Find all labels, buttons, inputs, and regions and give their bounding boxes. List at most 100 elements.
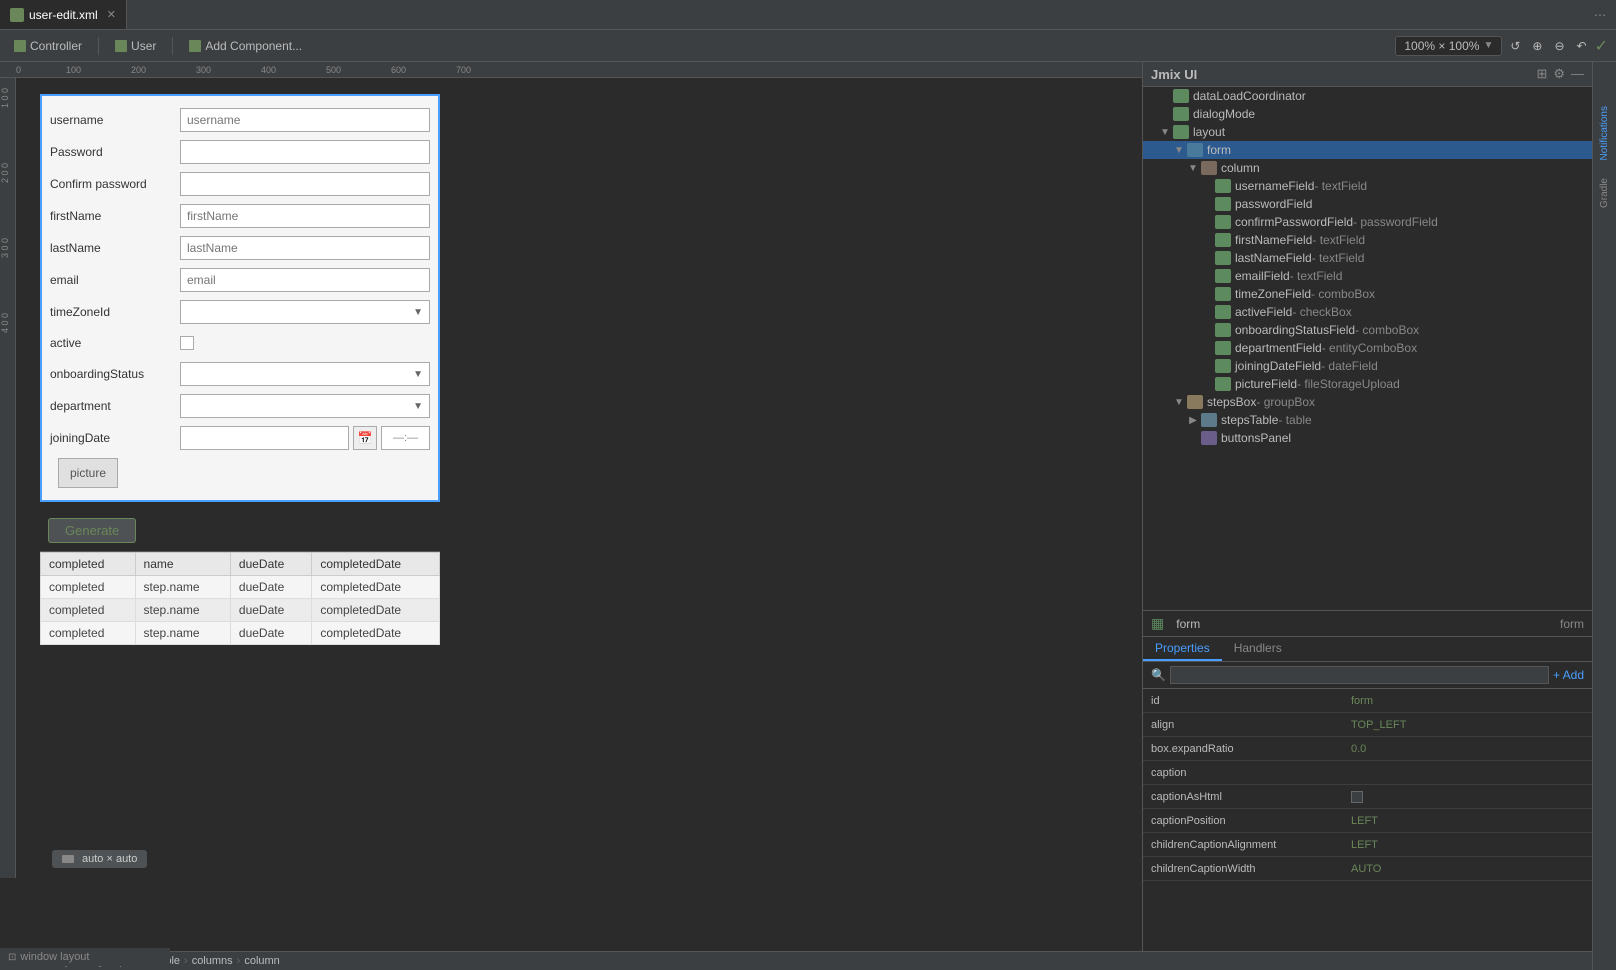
picture-upload-btn[interactable]: picture <box>58 458 118 488</box>
ruler-vertical: 1 0 0 2 0 0 3 0 0 4 0 0 <box>0 78 16 878</box>
minimize-icon[interactable]: — <box>1571 66 1584 82</box>
select-onboarding[interactable]: ▼ <box>180 362 430 386</box>
tree-item-text: joiningDateField <box>1235 359 1321 373</box>
tree-item[interactable]: departmentField - entityComboBox <box>1143 339 1592 357</box>
tab-more-btn[interactable]: ⋯ <box>1584 8 1616 22</box>
zoom-dropdown-arrow[interactable]: ▼ <box>1483 40 1493 51</box>
ruler-mark-500: 500 <box>326 65 391 75</box>
tree-item[interactable]: usernameField - textField <box>1143 177 1592 195</box>
tree-arrow[interactable]: ▶ <box>1185 415 1201 426</box>
time-field[interactable]: —:— <box>381 426 430 450</box>
generate-area: Generate <box>40 510 440 551</box>
input-username[interactable] <box>180 108 430 132</box>
tree-item[interactable]: firstNameField - textField <box>1143 231 1592 249</box>
breadcrumb-item-column[interactable]: column <box>244 955 279 967</box>
user-label: User <box>131 39 156 53</box>
input-password[interactable] <box>180 140 430 164</box>
generate-btn[interactable]: Generate <box>48 518 136 543</box>
tree-item[interactable]: timeZoneField - comboBox <box>1143 285 1592 303</box>
col-duedate: dueDate <box>230 553 311 576</box>
props-checkbox[interactable] <box>1351 791 1363 803</box>
props-search-input[interactable] <box>1170 666 1549 684</box>
props-val[interactable]: LEFT <box>1343 836 1592 854</box>
tree-item[interactable]: ▼layout <box>1143 123 1592 141</box>
props-val[interactable]: form <box>1343 692 1592 710</box>
tree-arrow[interactable]: ▼ <box>1171 145 1187 156</box>
breadcrumb-sep: › <box>184 955 188 967</box>
tree-item[interactable]: emailField - textField <box>1143 267 1592 285</box>
tree-item[interactable]: passwordField <box>1143 195 1592 213</box>
layout-icon[interactable]: ⊞ <box>1536 66 1547 82</box>
checkbox-active[interactable] <box>180 336 194 350</box>
tab-user-edit[interactable]: user-edit.xml ✕ <box>0 0 127 29</box>
props-val[interactable] <box>1343 770 1592 776</box>
input-email[interactable] <box>180 268 430 292</box>
zoom-in-btn[interactable]: ⊕ <box>1528 37 1546 55</box>
user-btn[interactable]: User <box>109 37 162 55</box>
tab-handlers[interactable]: Handlers <box>1222 637 1294 661</box>
tree-item-text: passwordField <box>1235 197 1312 211</box>
tree-item[interactable]: activeField - checkBox <box>1143 303 1592 321</box>
tree-arrow[interactable]: ▼ <box>1185 163 1201 174</box>
gradle-label[interactable]: Gradle <box>1599 174 1610 212</box>
label-department: department <box>50 399 180 413</box>
table-cell: step.name <box>135 599 230 622</box>
tree-item[interactable]: dialogMode <box>1143 105 1592 123</box>
input-firstname[interactable] <box>180 204 430 228</box>
input-joining-date[interactable] <box>180 426 349 450</box>
select-department[interactable]: ▼ <box>180 394 430 418</box>
tree-item[interactable]: pictureField - fileStorageUpload <box>1143 375 1592 393</box>
form-preview: username Password Confirm password <box>40 94 440 502</box>
tree-item[interactable]: confirmPasswordField - passwordField <box>1143 213 1592 231</box>
add-component-btn[interactable]: Add Component... <box>183 37 308 55</box>
form-row-joining-date: joiningDate 📅 —:— <box>42 422 438 454</box>
notifications-label[interactable]: Notifications <box>1599 102 1610 164</box>
tree-item[interactable]: buttonsPanel <box>1143 429 1592 447</box>
table-header-row: completed name dueDate completedDate <box>41 553 440 576</box>
zoom-out-btn[interactable]: ⊖ <box>1550 37 1568 55</box>
tree-item-text: dialogMode <box>1193 107 1255 121</box>
props-val[interactable]: 0.0 <box>1343 740 1592 758</box>
tab-properties[interactable]: Properties <box>1143 637 1222 661</box>
controller-btn[interactable]: Controller <box>8 37 88 55</box>
tree-arrow[interactable]: ▼ <box>1157 127 1173 138</box>
zoom-refresh-btn[interactable]: ↺ <box>1506 37 1524 55</box>
breadcrumb-item-columns[interactable]: columns <box>192 955 233 967</box>
tree-item[interactable]: ▼stepsBox - groupBox <box>1143 393 1592 411</box>
ruler-mark-200: 200 <box>131 65 196 75</box>
tree-arrow[interactable]: ▼ <box>1171 397 1187 408</box>
add-property-btn[interactable]: + Add <box>1553 668 1584 682</box>
zoom-reset-btn[interactable]: ↶ <box>1573 37 1591 55</box>
tree-item-sub: - textField <box>1312 251 1365 265</box>
input-confirm-password[interactable] <box>180 172 430 196</box>
tree-node-icon <box>1215 341 1231 355</box>
calendar-btn[interactable]: 📅 <box>353 426 377 450</box>
props-val[interactable] <box>1343 788 1592 806</box>
table-cell: dueDate <box>230 622 311 645</box>
tree-item-sub: - groupBox <box>1256 395 1315 409</box>
tab-close-btn[interactable]: ✕ <box>107 8 116 21</box>
table-cell: completedDate <box>312 622 440 645</box>
props-val[interactable]: TOP_LEFT <box>1343 716 1592 734</box>
tree-item[interactable]: dataLoadCoordinator <box>1143 87 1592 105</box>
settings-icon[interactable]: ⚙ <box>1553 66 1565 82</box>
props-val[interactable]: AUTO <box>1343 860 1592 878</box>
select-timezone[interactable]: ▼ <box>180 300 430 324</box>
tree-item-text: timeZoneField <box>1235 287 1311 301</box>
check-btn[interactable]: ✓ <box>1595 36 1608 56</box>
table-cell: completed <box>41 622 136 645</box>
tree-item[interactable]: ▼column <box>1143 159 1592 177</box>
ruler-v-mark-4: 4 0 0 <box>0 313 15 333</box>
tree-item[interactable]: joiningDateField - dateField <box>1143 357 1592 375</box>
label-timezone: timeZoneId <box>50 305 180 319</box>
tree-item[interactable]: ▼form <box>1143 141 1592 159</box>
props-val[interactable]: LEFT <box>1343 812 1592 830</box>
tree-item[interactable]: lastNameField - textField <box>1143 249 1592 267</box>
input-lastname[interactable] <box>180 236 430 260</box>
tree-item[interactable]: onboardingStatusField - comboBox <box>1143 321 1592 339</box>
props-key: box.expandRatio <box>1143 740 1343 758</box>
tree-node-icon <box>1215 251 1231 265</box>
tree-item[interactable]: ▶stepsTable - table <box>1143 411 1592 429</box>
label-email: email <box>50 273 180 287</box>
props-search: 🔍 + Add <box>1143 662 1592 689</box>
